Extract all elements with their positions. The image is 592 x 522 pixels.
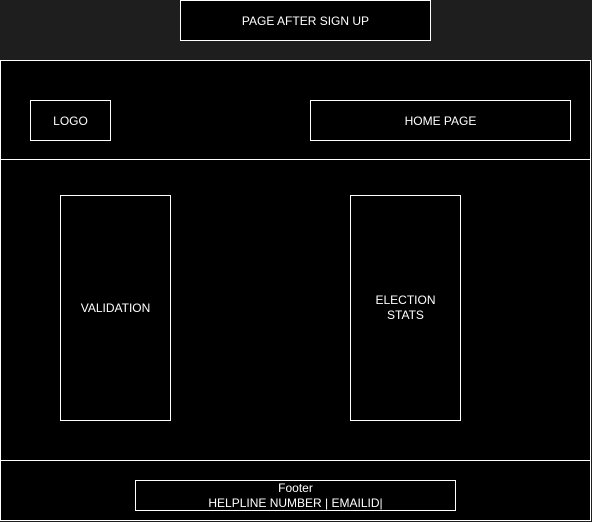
election-stats-line-2: STATS bbox=[387, 308, 424, 322]
home-page-box: HOME PAGE bbox=[310, 100, 571, 141]
home-page-label: HOME PAGE bbox=[404, 113, 477, 128]
footer-contact: HELPLINE NUMBER | EMAILID| bbox=[208, 495, 383, 510]
validation-box: VALIDATION bbox=[60, 195, 171, 421]
logo-box: LOGO bbox=[30, 100, 111, 141]
footer-box: Footer HELPLINE NUMBER | EMAILID| bbox=[135, 480, 456, 511]
footer-divider bbox=[1, 460, 590, 461]
election-stats-label: ELECTION STATS bbox=[375, 293, 435, 323]
election-stats-line-1: ELECTION bbox=[375, 293, 436, 307]
validation-label: VALIDATION bbox=[80, 301, 151, 315]
footer-label: Footer bbox=[278, 480, 313, 495]
header-divider bbox=[1, 159, 590, 160]
page-title-box: PAGE AFTER SIGN UP bbox=[180, 0, 431, 41]
page-title: PAGE AFTER SIGN UP bbox=[241, 13, 370, 28]
election-stats-box: ELECTION STATS bbox=[350, 195, 461, 421]
logo-label: LOGO bbox=[53, 113, 88, 128]
